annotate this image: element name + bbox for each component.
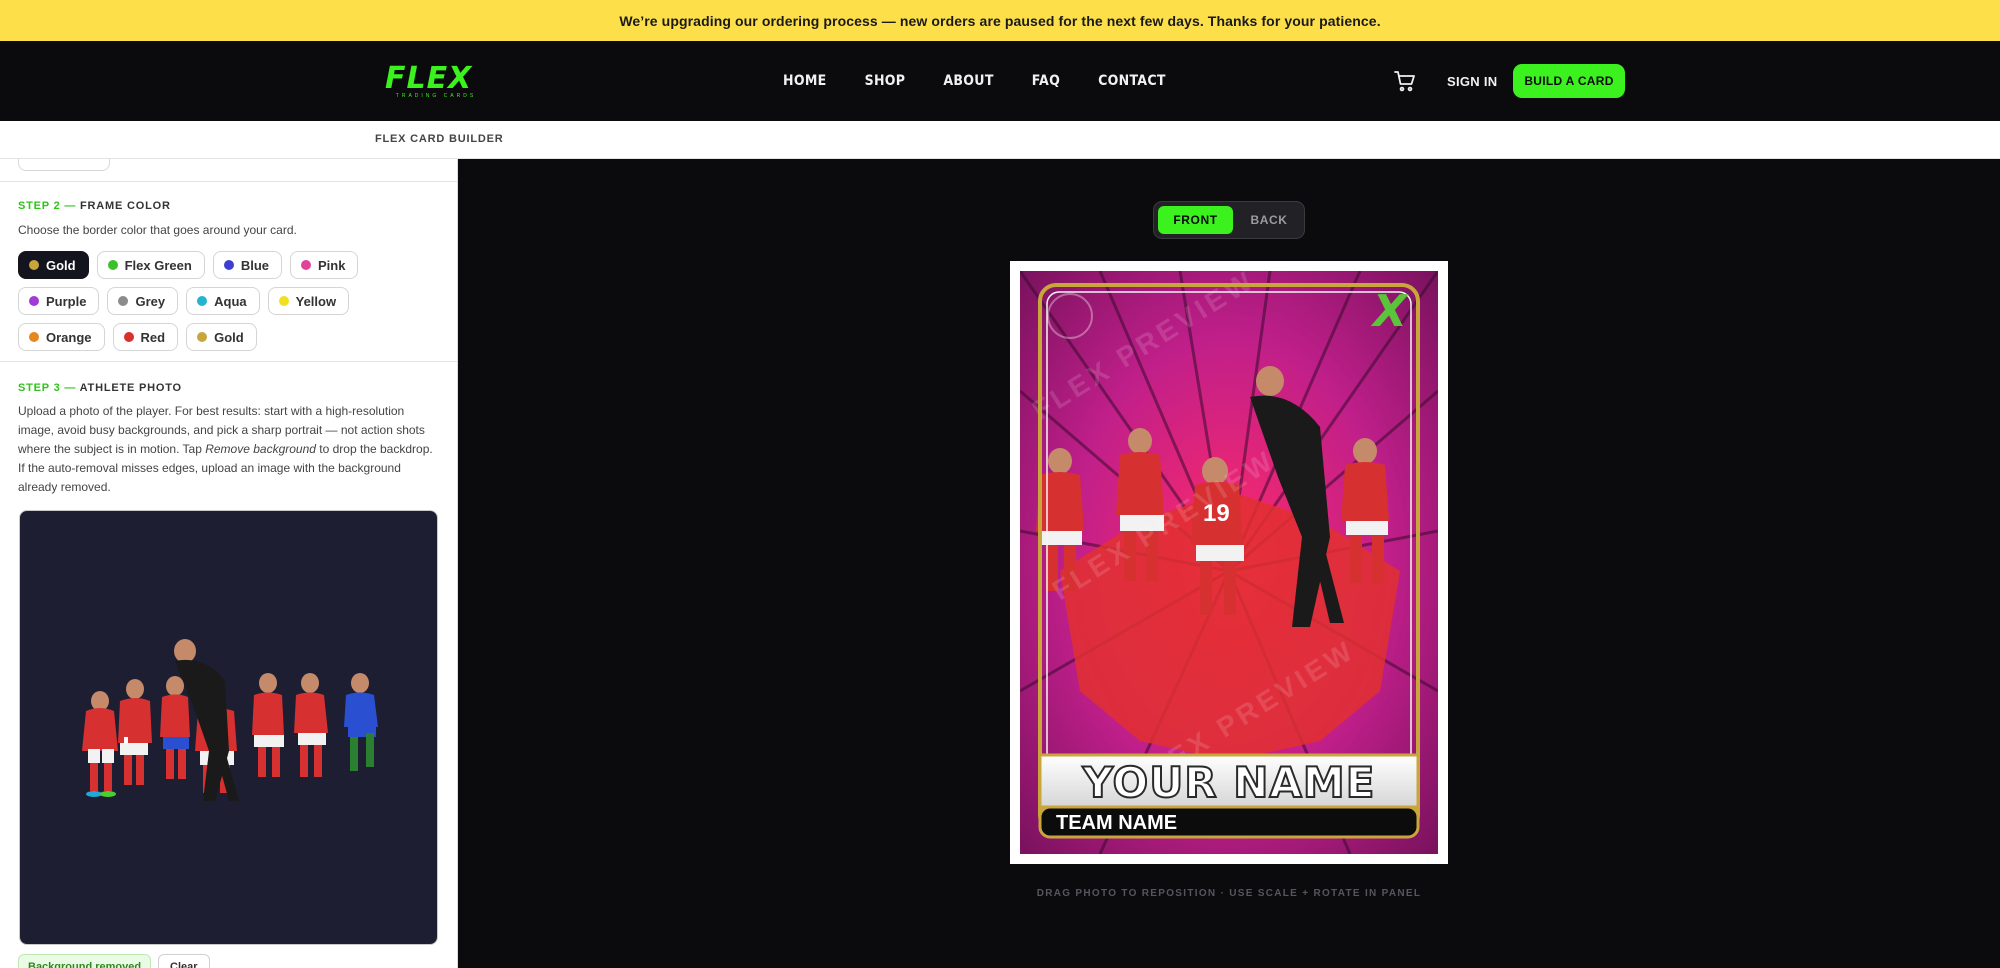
color-option-gold-2[interactable]: Gold	[186, 323, 257, 351]
color-label: Blue	[240, 257, 269, 273]
step2-number: STEP 2 —	[18, 200, 77, 212]
logo-text: FLEX	[385, 61, 473, 96]
color-label: Red	[140, 329, 166, 345]
site-header: FLEX TRADING CARDS HOME SHOP ABOUT FAQ C…	[0, 41, 2000, 121]
step2-label: FRAME COLOR	[80, 200, 171, 212]
color-swatch	[197, 296, 208, 306]
color-option-yellow[interactable]: Yellow	[267, 287, 350, 315]
nav-contact[interactable]: CONTACT	[1098, 73, 1166, 89]
card-player-name: YOUR NAME	[1082, 758, 1376, 807]
color-swatch	[29, 332, 39, 342]
card-side-toggle: FRONT BACK	[1153, 201, 1305, 239]
nav-faq[interactable]: FAQ	[1032, 73, 1060, 89]
color-swatch	[123, 332, 134, 342]
color-option-grey[interactable]: Grey	[107, 287, 179, 315]
step3-desc-emphasis: Remove background	[205, 442, 316, 456]
step3-label: ATHLETE PHOTO	[79, 382, 182, 394]
color-swatch	[107, 260, 118, 270]
step2-description: Choose the border color that goes around…	[18, 223, 297, 237]
color-label: Yellow	[295, 293, 337, 309]
athlete-photo-dropzone[interactable]: 19	[19, 510, 438, 945]
section-divider	[0, 361, 457, 362]
step3-title: STEP 3 — ATHLETE PHOTO	[18, 382, 182, 394]
nav-about[interactable]: ABOUT	[943, 73, 993, 89]
color-option-red[interactable]: Red	[112, 323, 179, 351]
back-side-button[interactable]: BACK	[1239, 206, 1299, 234]
reposition-hint: DRAG PHOTO TO REPOSITION · USE SCALE + R…	[1036, 888, 1422, 899]
announcement-bar: We’re upgrading our ordering process — n…	[0, 0, 2000, 41]
color-option-gold[interactable]: Gold	[18, 251, 89, 279]
color-swatch	[29, 296, 39, 306]
sign-in-link[interactable]: SIGN IN	[1447, 41, 1498, 121]
color-option-aqua[interactable]: Aqua	[186, 287, 260, 315]
color-label: Orange	[46, 329, 92, 345]
previous-step-chip[interactable]	[18, 159, 110, 171]
clear-photo-button[interactable]: Clear	[158, 954, 210, 968]
step2-title: STEP 2 — FRAME COLOR	[18, 200, 171, 212]
front-side-button[interactable]: FRONT	[1158, 206, 1233, 234]
section-divider	[0, 181, 457, 182]
color-label: Gold	[214, 329, 244, 345]
card-team-name: TEAM NAME	[1056, 812, 1177, 834]
color-label: Purple	[46, 293, 87, 309]
nav-home[interactable]: HOME	[783, 73, 827, 89]
color-swatch	[278, 296, 289, 306]
color-option-orange[interactable]: Orange	[18, 323, 105, 351]
color-swatch	[29, 260, 39, 270]
svg-text:X: X	[1370, 286, 1409, 337]
color-label: Gold	[46, 257, 76, 273]
color-label: Aqua	[214, 293, 247, 309]
card-preview[interactable]: 19 FLEX PREVIEW FLEX PREVIEW FLEX PREVIE…	[1020, 271, 1438, 854]
color-swatch	[118, 296, 129, 306]
builder-panel[interactable]: STEP 2 — FRAME COLOR Choose the border c…	[0, 159, 458, 968]
build-a-card-button[interactable]: BUILD A CARD	[1513, 64, 1625, 98]
frame-color-options: Gold Flex Green Blue Pink Purple Grey Aq…	[18, 251, 438, 351]
step3-number: STEP 3 —	[18, 382, 77, 394]
flex-logo[interactable]: FLEX TRADING CARDS	[385, 61, 487, 100]
color-label: Grey	[135, 293, 166, 309]
athlete-photo-preview: 19	[82, 639, 378, 801]
color-option-blue[interactable]: Blue	[212, 251, 282, 279]
color-option-pink[interactable]: Pink	[289, 251, 359, 279]
main-nav: HOME SHOP ABOUT FAQ CONTACT	[783, 41, 1204, 121]
builder-title: FLEX CARD BUILDER	[375, 133, 504, 145]
color-swatch	[223, 260, 234, 270]
color-label: Pink	[317, 257, 346, 273]
color-swatch	[300, 260, 311, 270]
background-removed-badge: Background removed	[18, 954, 152, 968]
logo-subtext: TRADING CARDS	[395, 93, 477, 99]
color-option-flex-green[interactable]: Flex Green	[96, 251, 205, 279]
color-swatch	[197, 332, 208, 342]
color-option-purple[interactable]: Purple	[18, 287, 100, 315]
step3-description: Upload a photo of the player. For best r…	[18, 402, 436, 497]
announcement-text: We’re upgrading our ordering process — n…	[619, 12, 1381, 29]
builder-subbar: FLEX CARD BUILDER	[0, 121, 2000, 159]
shopping-cart-icon[interactable]	[1393, 69, 1417, 93]
card-artwork: 19 FLEX PREVIEW FLEX PREVIEW FLEX PREVIE…	[1020, 271, 1438, 854]
nav-shop[interactable]: SHOP	[865, 73, 906, 89]
color-label: Flex Green	[124, 257, 192, 273]
